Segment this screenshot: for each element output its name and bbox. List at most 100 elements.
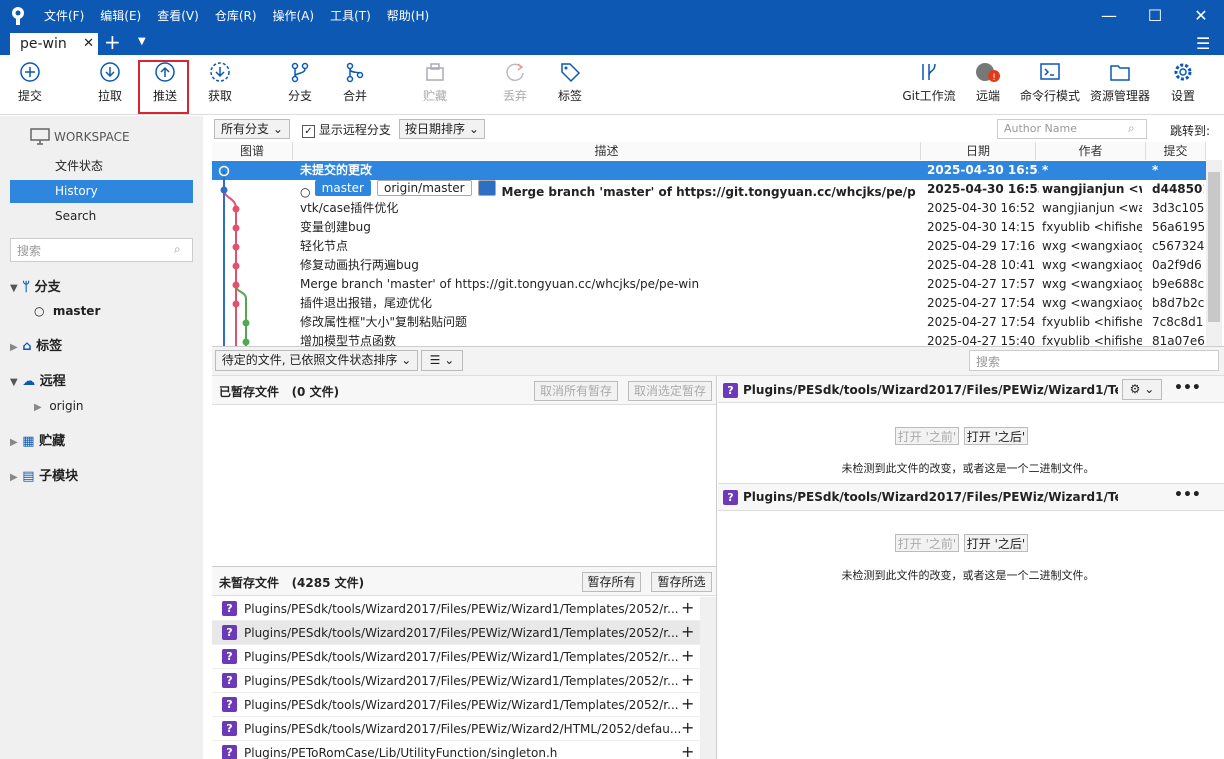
unstaged-file-row[interactable]: ? Plugins/PESdk/tools/Wizard2017/Files/PE… bbox=[212, 597, 702, 621]
sidebar-item-search[interactable]: Search bbox=[10, 205, 193, 228]
diff-settings-dropdown[interactable]: ⚙ ⌄ bbox=[1122, 379, 1162, 400]
branches-section[interactable]: ▼ ᛘ 分支 bbox=[10, 276, 61, 295]
add-tab-icon[interactable]: + bbox=[104, 30, 121, 54]
col-graph[interactable]: 图谱 bbox=[212, 142, 293, 160]
more-options-icon[interactable]: ••• bbox=[1174, 487, 1201, 503]
open-before-button-2[interactable]: 打开 '之前' bbox=[895, 534, 959, 552]
pull-button[interactable]: 拉取 bbox=[82, 61, 138, 104]
open-before-button-1[interactable]: 打开 '之前' bbox=[895, 427, 959, 445]
merge-button[interactable]: 合并 bbox=[327, 61, 383, 104]
tag-marker bbox=[477, 180, 496, 196]
maximize-button[interactable]: ☐ bbox=[1132, 4, 1178, 28]
cloud-icon: ☁ bbox=[22, 374, 36, 389]
explorer-button[interactable]: 资源管理器 bbox=[1086, 61, 1154, 104]
commit-row[interactable]: 插件退出报错，尾迹优化 2025-04-27 17:54 wxg <wangxiao… bbox=[212, 294, 1212, 313]
menu-edit[interactable]: 编辑(E) bbox=[92, 6, 149, 26]
close-window-button[interactable]: ✕ bbox=[1178, 4, 1224, 28]
author-filter-input[interactable]: Author Name bbox=[997, 119, 1147, 139]
remote-branch-tag[interactable]: origin/master bbox=[376, 180, 472, 196]
stashes-section[interactable]: ▶ ▦ 贮藏 bbox=[10, 430, 65, 449]
stage-file-plus-icon[interactable]: + bbox=[681, 694, 694, 713]
unstaged-file-row[interactable]: ? Plugins/PESdk/tools/Wizard2017/Files/PE… bbox=[212, 621, 702, 645]
all-branches-dropdown[interactable]: 所有分支 ⌄ bbox=[214, 119, 290, 139]
more-options-icon[interactable]: ••• bbox=[1174, 380, 1201, 396]
unstaged-file-row[interactable]: ? Plugins/PESdk/tools/Wizard2017/Files/PE… bbox=[212, 645, 702, 669]
remotes-section[interactable]: ▼ ☁ 远程 bbox=[10, 370, 66, 389]
settings-button[interactable]: 设置 bbox=[1155, 61, 1211, 104]
commit-date: 2025-04-27 17:54 bbox=[927, 296, 1036, 310]
fetch-button[interactable]: 获取 bbox=[192, 61, 248, 104]
col-author[interactable]: 作者 bbox=[1036, 142, 1146, 160]
col-description[interactable]: 描述 bbox=[293, 142, 921, 160]
commit-row[interactable]: ○ master origin/master Merge branch 'mast… bbox=[212, 180, 1212, 199]
gitflow-button[interactable]: Git工作流 bbox=[900, 61, 958, 104]
sidebar-item-history[interactable]: History bbox=[10, 180, 193, 203]
close-tab-icon[interactable]: ✕ bbox=[83, 33, 94, 55]
commit-row[interactable]: 轻化节点 2025-04-29 17:16 wxg <wangxiaog c56732… bbox=[212, 237, 1212, 256]
commit-row[interactable]: 修复动画执行两遍bug 2025-04-28 10:41 wxg <wangxiao… bbox=[212, 256, 1212, 275]
remote-button[interactable]: ! 远端 bbox=[960, 61, 1016, 104]
stage-file-plus-icon[interactable]: + bbox=[681, 718, 694, 737]
tags-section[interactable]: ▶ ⌂ 标签 bbox=[10, 335, 62, 354]
discard-button[interactable]: 丢弃 bbox=[487, 61, 543, 104]
unstage-selected-button[interactable]: 取消选定暂存 bbox=[628, 381, 712, 401]
stage-selected-button[interactable]: 暂存所选 bbox=[651, 572, 712, 592]
unstaged-file-row[interactable]: ? Plugins/PESdk/tools/Wizard2017/Files/PE… bbox=[212, 669, 702, 693]
unstaged-file-row[interactable]: ? Plugins/PEToRomCase/Lib/UtilityFunction… bbox=[212, 741, 702, 759]
tab-dropdown-icon[interactable]: ▼ bbox=[138, 36, 146, 47]
file-path: Plugins/PESdk/tools/Wizard2017/Files/PEW… bbox=[244, 650, 679, 664]
stage-all-button[interactable]: 暂存所有 bbox=[582, 572, 641, 592]
terminal-button[interactable]: 命令行模式 bbox=[1016, 61, 1084, 104]
commit-desc-text: 未提交的更改 bbox=[300, 163, 373, 177]
view-mode-dropdown[interactable]: ☰ ⌄ bbox=[421, 350, 463, 371]
commit-row[interactable]: 变量创建bug 2025-04-30 14:15 fxyublib <hifishe… bbox=[212, 218, 1212, 237]
open-after-button-1[interactable]: 打开 '之后' bbox=[964, 427, 1028, 445]
show-remote-checkbox[interactable]: ✓ 显示远程分支 bbox=[302, 121, 391, 138]
sidebar-search-input[interactable]: 搜索 bbox=[10, 238, 193, 262]
scrollbar-thumb[interactable] bbox=[1208, 172, 1220, 322]
menu-bar: 文件(F) 编辑(E) 查看(V) 仓库(R) 操作(A) 工具(T) 帮助(H… bbox=[36, 6, 437, 26]
branch-icon: ᛘ bbox=[22, 280, 31, 295]
stage-file-plus-icon[interactable]: + bbox=[681, 742, 694, 759]
branch-tag[interactable]: master bbox=[314, 180, 371, 196]
svg-text:!: ! bbox=[992, 73, 996, 83]
tag-button[interactable]: 标签 bbox=[542, 61, 598, 104]
menu-action[interactable]: 操作(A) bbox=[265, 6, 323, 26]
menu-file[interactable]: 文件(F) bbox=[36, 6, 92, 26]
hamburger-menu-icon[interactable]: ☰ bbox=[1196, 34, 1210, 53]
app-logo-icon bbox=[10, 6, 26, 26]
open-after-button-2[interactable]: 打开 '之后' bbox=[964, 534, 1028, 552]
unstaged-file-row[interactable]: ? Plugins/PESdk/tools/Wizard2017/Files/PE… bbox=[212, 717, 702, 741]
submodules-section[interactable]: ▶ ▤ 子模块 bbox=[10, 465, 78, 484]
branch-label: 分支 bbox=[287, 89, 312, 103]
stash-button[interactable]: 贮藏 bbox=[407, 61, 463, 104]
commit-button[interactable]: 提交 bbox=[2, 61, 58, 104]
file-search-input[interactable]: 搜索 bbox=[969, 350, 1219, 371]
commit-row[interactable]: 未提交的更改 2025-04-30 16:55 * * bbox=[212, 161, 1212, 180]
branch-button[interactable]: 分支 bbox=[272, 61, 328, 104]
commit-row[interactable]: Merge branch 'master' of https://git.ton… bbox=[212, 275, 1212, 294]
menu-repo[interactable]: 仓库(R) bbox=[207, 6, 265, 26]
menu-help[interactable]: 帮助(H) bbox=[379, 6, 437, 26]
repo-tab[interactable]: pe-win ✕ bbox=[10, 33, 98, 55]
menu-tools[interactable]: 工具(T) bbox=[322, 6, 379, 26]
stage-file-plus-icon[interactable]: + bbox=[681, 646, 694, 665]
commit-row[interactable]: 修改属性框"大小"复制粘贴问题 2025-04-27 17:54 fxyublib … bbox=[212, 313, 1212, 332]
unstaged-file-row[interactable]: ? Plugins/PESdk/tools/Wizard2017/Files/PE… bbox=[212, 693, 702, 717]
stage-file-plus-icon[interactable]: + bbox=[681, 622, 694, 641]
stage-file-plus-icon[interactable]: + bbox=[681, 670, 694, 689]
col-commit[interactable]: 提交 bbox=[1146, 142, 1206, 160]
commit-row[interactable]: vtk/case插件优化 2025-04-30 16:52 wangjianjun … bbox=[212, 199, 1212, 218]
unstage-all-button[interactable]: 取消所有暂存 bbox=[534, 381, 618, 401]
sidebar-item-master[interactable]: ○ master bbox=[34, 304, 100, 318]
menu-view[interactable]: 查看(V) bbox=[149, 6, 207, 26]
stage-file-plus-icon[interactable]: + bbox=[681, 598, 694, 617]
minimize-button[interactable]: — bbox=[1086, 4, 1132, 28]
sidebar-item-file-status[interactable]: 文件状态 bbox=[10, 155, 193, 178]
pending-sort-dropdown[interactable]: 待定的文件, 已依照文件状态排序 ⌄ bbox=[215, 350, 418, 371]
file-path: Plugins/PESdk/tools/Wizard2017/Files/PEW… bbox=[244, 602, 679, 616]
sort-dropdown[interactable]: 按日期排序 ⌄ bbox=[399, 119, 485, 139]
col-date[interactable]: 日期 bbox=[921, 142, 1036, 160]
sidebar-item-origin[interactable]: ▶ origin bbox=[34, 399, 84, 413]
file-list-scrollbar[interactable] bbox=[700, 597, 716, 759]
